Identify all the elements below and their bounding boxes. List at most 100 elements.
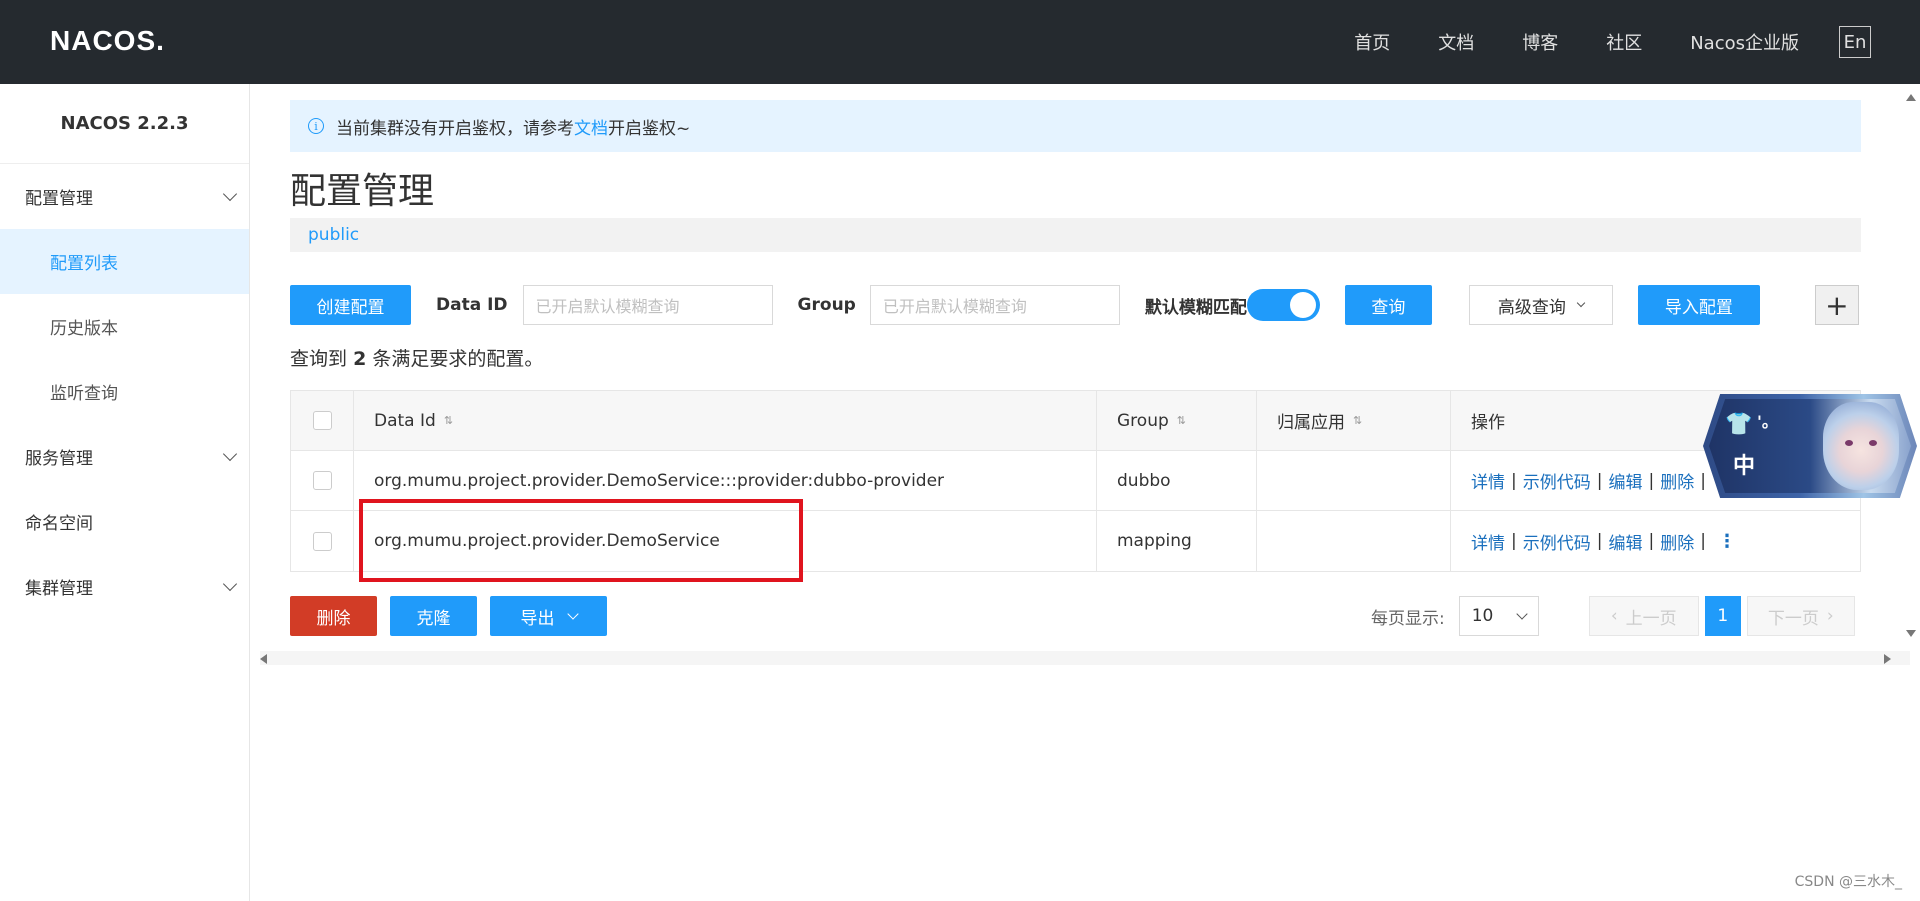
ime-chinese-mode[interactable]: 中: [1733, 448, 1755, 480]
horizontal-scrollbar[interactable]: [260, 651, 1910, 665]
data-id-input[interactable]: 已开启默认模糊查询: [522, 285, 773, 325]
advanced-query-dropdown[interactable]: 高级查询: [1468, 285, 1613, 325]
notice-doc-link[interactable]: 文档: [574, 114, 608, 139]
header-group[interactable]: Group ⇅: [1097, 391, 1257, 450]
nav-docs[interactable]: 文档: [1438, 29, 1474, 55]
prev-page-button[interactable]: ‹ 上一页: [1588, 596, 1699, 636]
detail-link[interactable]: 详情: [1471, 468, 1505, 493]
chevron-down-icon: [222, 446, 238, 461]
scroll-right-arrow-icon[interactable]: [1884, 654, 1891, 664]
more-actions-icon[interactable]: ⋮: [1718, 531, 1736, 552]
header-app[interactable]: 归属应用 ⇅: [1257, 391, 1451, 450]
main-content: i 当前集群没有开启鉴权，请参考 文档 开启鉴权~ 配置管理 public 创建…: [250, 84, 1920, 901]
vertical-scrollbar[interactable]: [1902, 84, 1920, 644]
sidebar-group-config[interactable]: 配置管理: [0, 164, 249, 229]
chevron-down-icon: [222, 186, 238, 201]
info-icon: i: [308, 118, 324, 134]
op-separator: |: [1648, 531, 1655, 551]
language-switch-button[interactable]: En: [1839, 26, 1871, 58]
row-checkbox[interactable]: [312, 471, 332, 490]
op-separator: |: [1511, 531, 1517, 551]
sidebar-group-service[interactable]: 服务管理: [0, 424, 249, 489]
sort-icon[interactable]: ⇅: [444, 414, 453, 427]
delete-link[interactable]: 删除: [1660, 468, 1694, 493]
result-summary: 查询到 2 条满足要求的配置。: [290, 344, 543, 371]
sidebar-item-history[interactable]: 历史版本: [0, 294, 249, 359]
edit-link[interactable]: 编辑: [1608, 529, 1642, 554]
chevron-down-icon: [1516, 607, 1528, 620]
auth-notice: i 当前集群没有开启鉴权，请参考 文档 开启鉴权~: [290, 100, 1861, 152]
query-button[interactable]: 查询: [1344, 285, 1432, 325]
fuzzy-match-toggle[interactable]: [1246, 289, 1320, 321]
op-separator: |: [1511, 470, 1517, 491]
header-data-id-label: Data Id: [374, 410, 436, 431]
select-all-checkbox[interactable]: [312, 411, 332, 430]
sidebar-group-label: 服务管理: [25, 449, 93, 469]
notice-suffix: 开启鉴权~: [608, 118, 691, 139]
delete-link[interactable]: 删除: [1660, 529, 1694, 554]
logo-text: NACOS.: [50, 25, 165, 56]
top-header: NACOS. 首页 文档 博客 社区 Nacos企业版 En: [0, 0, 1920, 84]
export-dropdown-button[interactable]: 导出: [490, 596, 607, 636]
sort-icon[interactable]: ⇅: [1353, 414, 1362, 427]
cell-ops: 详情 | 示例代码 | 编辑 | 删除 | ⋮: [1451, 511, 1860, 571]
chevron-down-icon: [1576, 298, 1586, 307]
nav-blog[interactable]: 博客: [1522, 29, 1558, 55]
result-count: 2: [353, 348, 367, 370]
toggle-knob: [1289, 292, 1316, 318]
sidebar-group-label: 命名空间: [25, 514, 93, 534]
result-suffix: 条满足要求的配置。: [372, 348, 544, 370]
nav-enterprise[interactable]: Nacos企业版: [1690, 29, 1799, 55]
sidebar-item-config-list[interactable]: 配置列表: [0, 229, 249, 294]
scroll-up-arrow-icon[interactable]: [1906, 94, 1916, 101]
select-all-cell: [291, 391, 354, 450]
nav-home[interactable]: 首页: [1354, 29, 1390, 55]
header-data-id[interactable]: Data Id ⇅: [354, 391, 1097, 450]
highlight-annotation-box: [359, 499, 803, 582]
top-nav: 首页 文档 博客 社区 Nacos企业版 En: [1354, 0, 1920, 84]
ime-floating-widget[interactable]: 👕 '。 中: [1703, 394, 1917, 498]
op-separator: |: [1648, 470, 1655, 491]
edit-link[interactable]: 编辑: [1608, 468, 1642, 493]
sidebar-group-label: 集群管理: [25, 579, 93, 599]
op-separator: |: [1700, 531, 1706, 551]
nav-community[interactable]: 社区: [1606, 29, 1642, 55]
sidebar-group-namespace[interactable]: 命名空间: [0, 489, 249, 554]
sidebar-item-listener-query[interactable]: 监听查询: [0, 359, 249, 424]
bottom-bar: 删除 克隆 导出 每页显示: 10 ‹ 上一页 1 下一页 ›: [290, 596, 1870, 636]
page-size-select[interactable]: 10: [1458, 596, 1539, 636]
scroll-left-arrow-icon[interactable]: [260, 654, 267, 664]
page-number-current[interactable]: 1: [1704, 596, 1741, 636]
nacos-logo[interactable]: NACOS.: [50, 24, 165, 58]
sample-code-link[interactable]: 示例代码: [1523, 468, 1591, 493]
skin-shirt-icon[interactable]: 👕: [1725, 412, 1752, 437]
add-plus-button[interactable]: +: [1814, 285, 1859, 325]
create-config-button[interactable]: 创建配置: [290, 285, 411, 325]
ime-avatar: [1823, 402, 1899, 490]
page-title: 配置管理: [290, 171, 435, 212]
op-separator: |: [1596, 470, 1603, 491]
page-size-value: 10: [1471, 606, 1494, 626]
next-page-button[interactable]: 下一页 ›: [1746, 596, 1855, 636]
clone-button[interactable]: 克隆: [390, 596, 477, 636]
ime-avatar-eye: [1869, 440, 1877, 446]
sidebar-group-cluster[interactable]: 集群管理: [0, 554, 249, 619]
detail-link[interactable]: 详情: [1471, 529, 1505, 554]
prev-page-label: 上一页: [1625, 608, 1677, 629]
group-input[interactable]: 已开启默认模糊查询: [869, 285, 1120, 325]
batch-delete-button[interactable]: 删除: [290, 596, 377, 636]
watermark: CSDN @三水木_: [1794, 874, 1902, 890]
row-select-cell: [291, 451, 354, 510]
notice-prefix: 当前集群没有开启鉴权，请参考: [336, 118, 574, 139]
advanced-query-label: 高级查询: [1497, 297, 1566, 318]
import-config-button[interactable]: 导入配置: [1637, 285, 1760, 325]
namespace-public[interactable]: public: [308, 225, 359, 245]
row-checkbox[interactable]: [312, 531, 332, 551]
sample-code-link[interactable]: 示例代码: [1523, 529, 1591, 554]
version-label: NACOS 2.2.3: [0, 84, 249, 164]
scroll-down-arrow-icon[interactable]: [1906, 630, 1916, 637]
ime-punctuation-mode[interactable]: '。: [1757, 408, 1778, 432]
sort-icon[interactable]: ⇅: [1177, 414, 1186, 427]
namespace-bar: public: [290, 218, 1861, 252]
chevron-right-icon: ›: [1826, 606, 1834, 626]
